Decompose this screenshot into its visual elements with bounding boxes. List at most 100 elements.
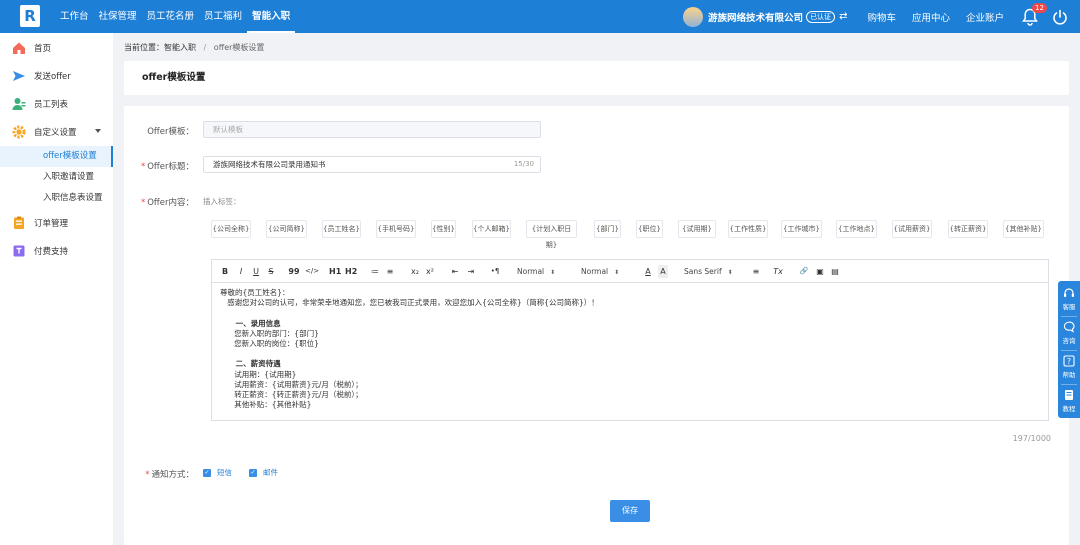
font-family-select[interactable]: Sans Serif ⬍ [684,265,742,278]
tag-work-nature[interactable]: {工作性质} [728,220,768,238]
required-mark: * [140,198,146,208]
customer-service-button[interactable]: 客服 [1058,283,1080,315]
editor-content[interactable]: 尊敬的{员工姓名}： 感谢您对公司的认可，非常荣幸地通知您，您已被我司正式录用，… [220,288,599,410]
send-icon [13,71,25,81]
sidebar-item-custom-settings[interactable]: 自定义设置 [0,118,113,146]
nav-item-workbench[interactable]: 工作台 [55,0,94,33]
outdent-button[interactable]: ⇤ [449,265,461,278]
bullet-list-button[interactable]: ≡ [384,265,396,278]
tag-position[interactable]: {职位} [636,220,663,238]
float-item-label: 帮助 [1062,371,1076,379]
tag-company-fullname[interactable]: {公司全称} [211,220,251,238]
template-select[interactable]: 默认模板 [203,121,541,138]
help-button[interactable]: ? 帮助 [1058,351,1080,383]
tag-department[interactable]: {部门} [594,220,621,238]
image-button[interactable]: ▣ [814,265,826,278]
header-select[interactable]: Normal ⬍ [581,265,631,278]
sidebar-subitem-offer-template[interactable]: offer模板设置 [0,146,113,167]
tag-work-location[interactable]: {工作地点} [836,220,877,238]
nav-item-smart-onboarding[interactable]: 智能入职 [247,0,296,33]
content-line: 您新入职的部门：{部门} [220,328,319,338]
required-mark: * [140,162,146,172]
sidebar-item-home[interactable]: 首页 [0,34,113,62]
nav-item-benefits[interactable]: 员工福利 [199,0,247,33]
breadcrumb-prefix: 当前位置： [124,43,164,52]
tag-phone[interactable]: {手机号码} [376,220,416,238]
checkbox-label: 邮件 [263,468,278,477]
switch-company-icon[interactable]: ⇄ [839,11,847,22]
background-color-button[interactable]: A [658,265,668,278]
subscript-button[interactable]: x₂ [409,265,421,278]
content-line [220,308,599,318]
consult-button[interactable]: 咨询 [1058,317,1080,349]
breadcrumb-current: offer模板设置 [213,43,265,52]
quote-button[interactable]: 99 [288,265,300,278]
video-button[interactable]: ▤ [829,265,841,278]
align-button[interactable]: ≡ [750,265,762,278]
enterprise-account-link[interactable]: 企业账户 [966,10,1004,24]
link-button[interactable]: 🔗 [798,265,810,278]
tag-regular-salary[interactable]: {转正薪资} [948,220,988,238]
page-title: offer模板设置 [142,72,206,83]
tag-planned-date[interactable]: {计划入职日期} [526,220,577,249]
insert-tag-hint: 插入标签： [203,197,241,206]
sidebar-item-paid-support[interactable]: 付费支持 [0,237,113,265]
tag-list: {公司全称} {公司简称} {员工姓名} {手机号码} {性别} {个人邮箱} … [211,220,1051,249]
tag-probation-salary[interactable]: {试用薪资} [892,220,932,238]
size-select[interactable]: Normal ⬍ [517,265,567,278]
indent-button[interactable]: ⇥ [465,265,477,278]
book-icon [1065,390,1073,400]
tag-work-city[interactable]: {工作城市} [781,220,822,238]
tutorial-button[interactable]: 教程 [1058,385,1080,417]
certified-badge: 已认证 [806,10,836,23]
question-icon: ? [1063,355,1075,367]
tag-other-allowance[interactable]: {其他补贴} [1003,220,1044,238]
code-button[interactable]: </> [305,265,319,278]
cart-link[interactable]: 购物车 [867,10,896,24]
sidebar-item-staff-list[interactable]: 员工列表 [0,90,113,118]
tag-employee-name[interactable]: {员工姓名} [322,220,361,238]
sidebar-item-send-offer[interactable]: 发送offer [0,62,113,90]
ordered-list-button[interactable]: ≔ [369,265,381,278]
tag-probation[interactable]: {试用期} [678,220,716,238]
sidebar-subitem-invite-settings[interactable]: 入职邀请设置 [0,167,113,188]
content-line: 一、录用信息 [220,318,281,328]
checkbox-checked-icon: ✓ [203,468,211,477]
text-direction-button[interactable]: •¶ [489,265,501,278]
notify-email-checkbox[interactable]: ✓ 邮件 [249,467,278,478]
company-name[interactable]: 游族网络技术有限公司 [708,10,803,24]
content-line: 其他补贴：{其他补贴} [220,400,312,410]
italic-button[interactable]: I [236,265,246,278]
underline-button[interactable]: U [251,265,261,278]
sidebar-item-orders[interactable]: 订单管理 [0,209,113,237]
company-avatar[interactable] [683,6,704,27]
top-right-area: 游族网络技术有限公司 已认证 ⇄ 购物车 应用中心 企业账户 12 [683,0,1080,33]
notify-sms-checkbox[interactable]: ✓ 短信 [203,467,232,478]
nav-item-roster[interactable]: 员工花名册 [142,0,200,33]
h1-button[interactable]: H1 [329,265,341,278]
title-char-count: 15/30 [513,160,534,168]
clean-format-button[interactable]: Tx [771,265,785,278]
sidebar-subitem-info-form-settings[interactable]: 入职信息表设置 [0,188,113,209]
breadcrumb-section[interactable]: 智能入职 [164,43,196,52]
tag-gender[interactable]: {性别} [431,220,456,238]
superscript-button[interactable]: x² [424,265,436,278]
font-color-button[interactable]: A [643,265,653,278]
tag-email[interactable]: {个人邮箱} [472,220,511,238]
app-logo[interactable]: R [20,5,40,27]
content-line: 试用薪资：{试用薪资}元/月（税前）； [220,379,363,389]
select-arrows-icon: ⬍ [614,269,620,276]
bell-icon[interactable]: 12 [1022,2,1047,26]
strike-button[interactable]: S [266,265,276,278]
tag-company-shortname[interactable]: {公司简称} [266,220,307,238]
float-item-label: 教程 [1062,405,1076,413]
h2-button[interactable]: H2 [345,265,357,278]
power-icon[interactable] [1052,9,1068,25]
save-button[interactable]: 保存 [610,500,650,522]
app-center-link[interactable]: 应用中心 [912,10,950,24]
bold-button[interactable]: B [220,265,230,278]
nav-item-social-security[interactable]: 社保管理 [94,0,142,33]
offer-title-input[interactable]: 游族网络技术有限公司录用通知书 15/30 [203,156,541,173]
main-nav: 工作台 社保管理 员工花名册 员工福利 智能入职 [55,0,296,33]
chevron-down-icon [95,129,101,133]
